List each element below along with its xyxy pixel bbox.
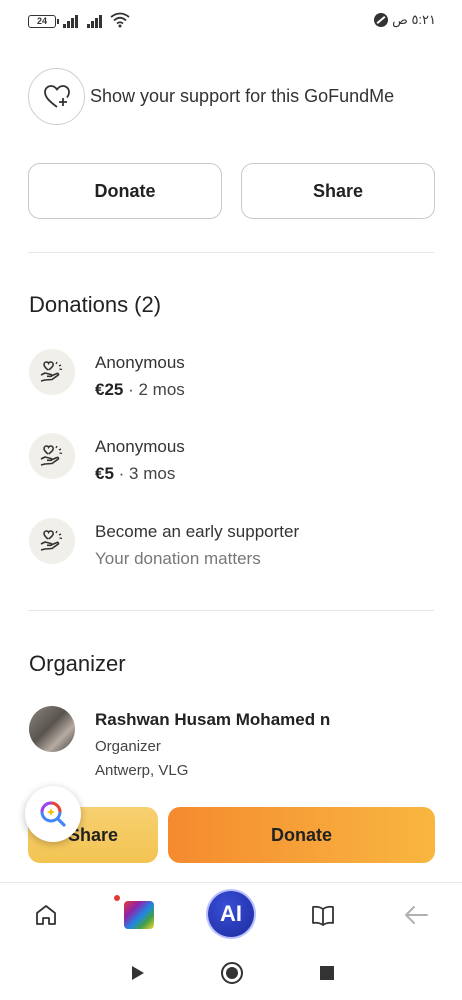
signal-icon-2 [87,14,105,28]
donation-time: · 3 mos [113,464,176,483]
organizer-location: Antwerp, VLG [95,762,189,779]
donations-title: Donations (2) [29,292,162,317]
lens-search-button[interactable] [25,786,81,842]
donation-amount: €25 [95,380,124,399]
divider [28,610,434,611]
donation-hand-heart-icon [29,518,75,564]
system-nav-bar [0,946,462,1000]
signal-icon [63,14,81,28]
do-not-disturb-icon [374,13,388,27]
home-button[interactable] [28,897,64,933]
donation-amount-row: €5 · 3 mos [95,464,175,484]
organizer-card[interactable]: Rashwan Husam Mohamed n Organizer Antwer… [29,706,439,786]
donation-amount: €5 [95,464,114,483]
overview-square-icon[interactable] [319,965,335,981]
donation-hand-heart-icon [29,349,75,395]
share-button[interactable]: Share [241,163,435,219]
battery-icon: 24 [28,15,59,28]
status-bar: 24 ٥:٢١ ص [0,0,462,42]
organizer-role: Organizer [95,738,161,755]
early-supporter-item[interactable]: Become an early supporter Your donation … [29,518,429,578]
organizer-title: Organizer [29,651,126,676]
battery-level: 24 [36,16,47,26]
browser-nav-bar: AI [0,882,462,946]
donate-button[interactable]: Donate [28,163,222,219]
book-icon [312,905,334,926]
notification-dot [114,895,120,901]
early-supporter-subtitle: Your donation matters [95,549,261,568]
donation-hand-heart-icon [29,433,75,479]
support-row[interactable]: Show your support for this GoFundMe [28,68,394,125]
organizer-avatar[interactable] [29,706,75,752]
reader-button[interactable] [305,897,341,933]
back-arrow-icon [405,906,428,924]
lens-search-icon [40,801,66,827]
recents-play-icon[interactable] [130,964,146,982]
heart-plus-icon[interactable] [28,68,85,125]
home-circle-icon[interactable] [220,961,244,985]
status-time: ٥:٢١ ص [392,12,436,27]
divider [28,252,434,253]
wifi-icon [110,12,130,28]
organizer-name: Rashwan Husam Mohamed n [95,710,331,729]
donation-item: Anonymous €5 · 3 mos [29,433,429,493]
donation-amount-row: €25 · 2 mos [95,380,185,400]
early-supporter-title: Become an early supporter [95,522,300,541]
support-text[interactable]: Show your support for this GoFundMe [90,86,394,107]
ai-button[interactable]: AI [208,891,254,937]
donation-time: · 2 mos [123,380,185,399]
donor-name: Anonymous [95,353,185,372]
sticky-donate-button[interactable]: Donate [168,807,435,863]
donor-name: Anonymous [95,437,185,456]
home-icon [36,905,56,925]
back-button[interactable] [398,897,434,933]
app-shortcut-icon[interactable] [124,901,154,929]
donation-item: Anonymous €25 · 2 mos [29,349,429,409]
